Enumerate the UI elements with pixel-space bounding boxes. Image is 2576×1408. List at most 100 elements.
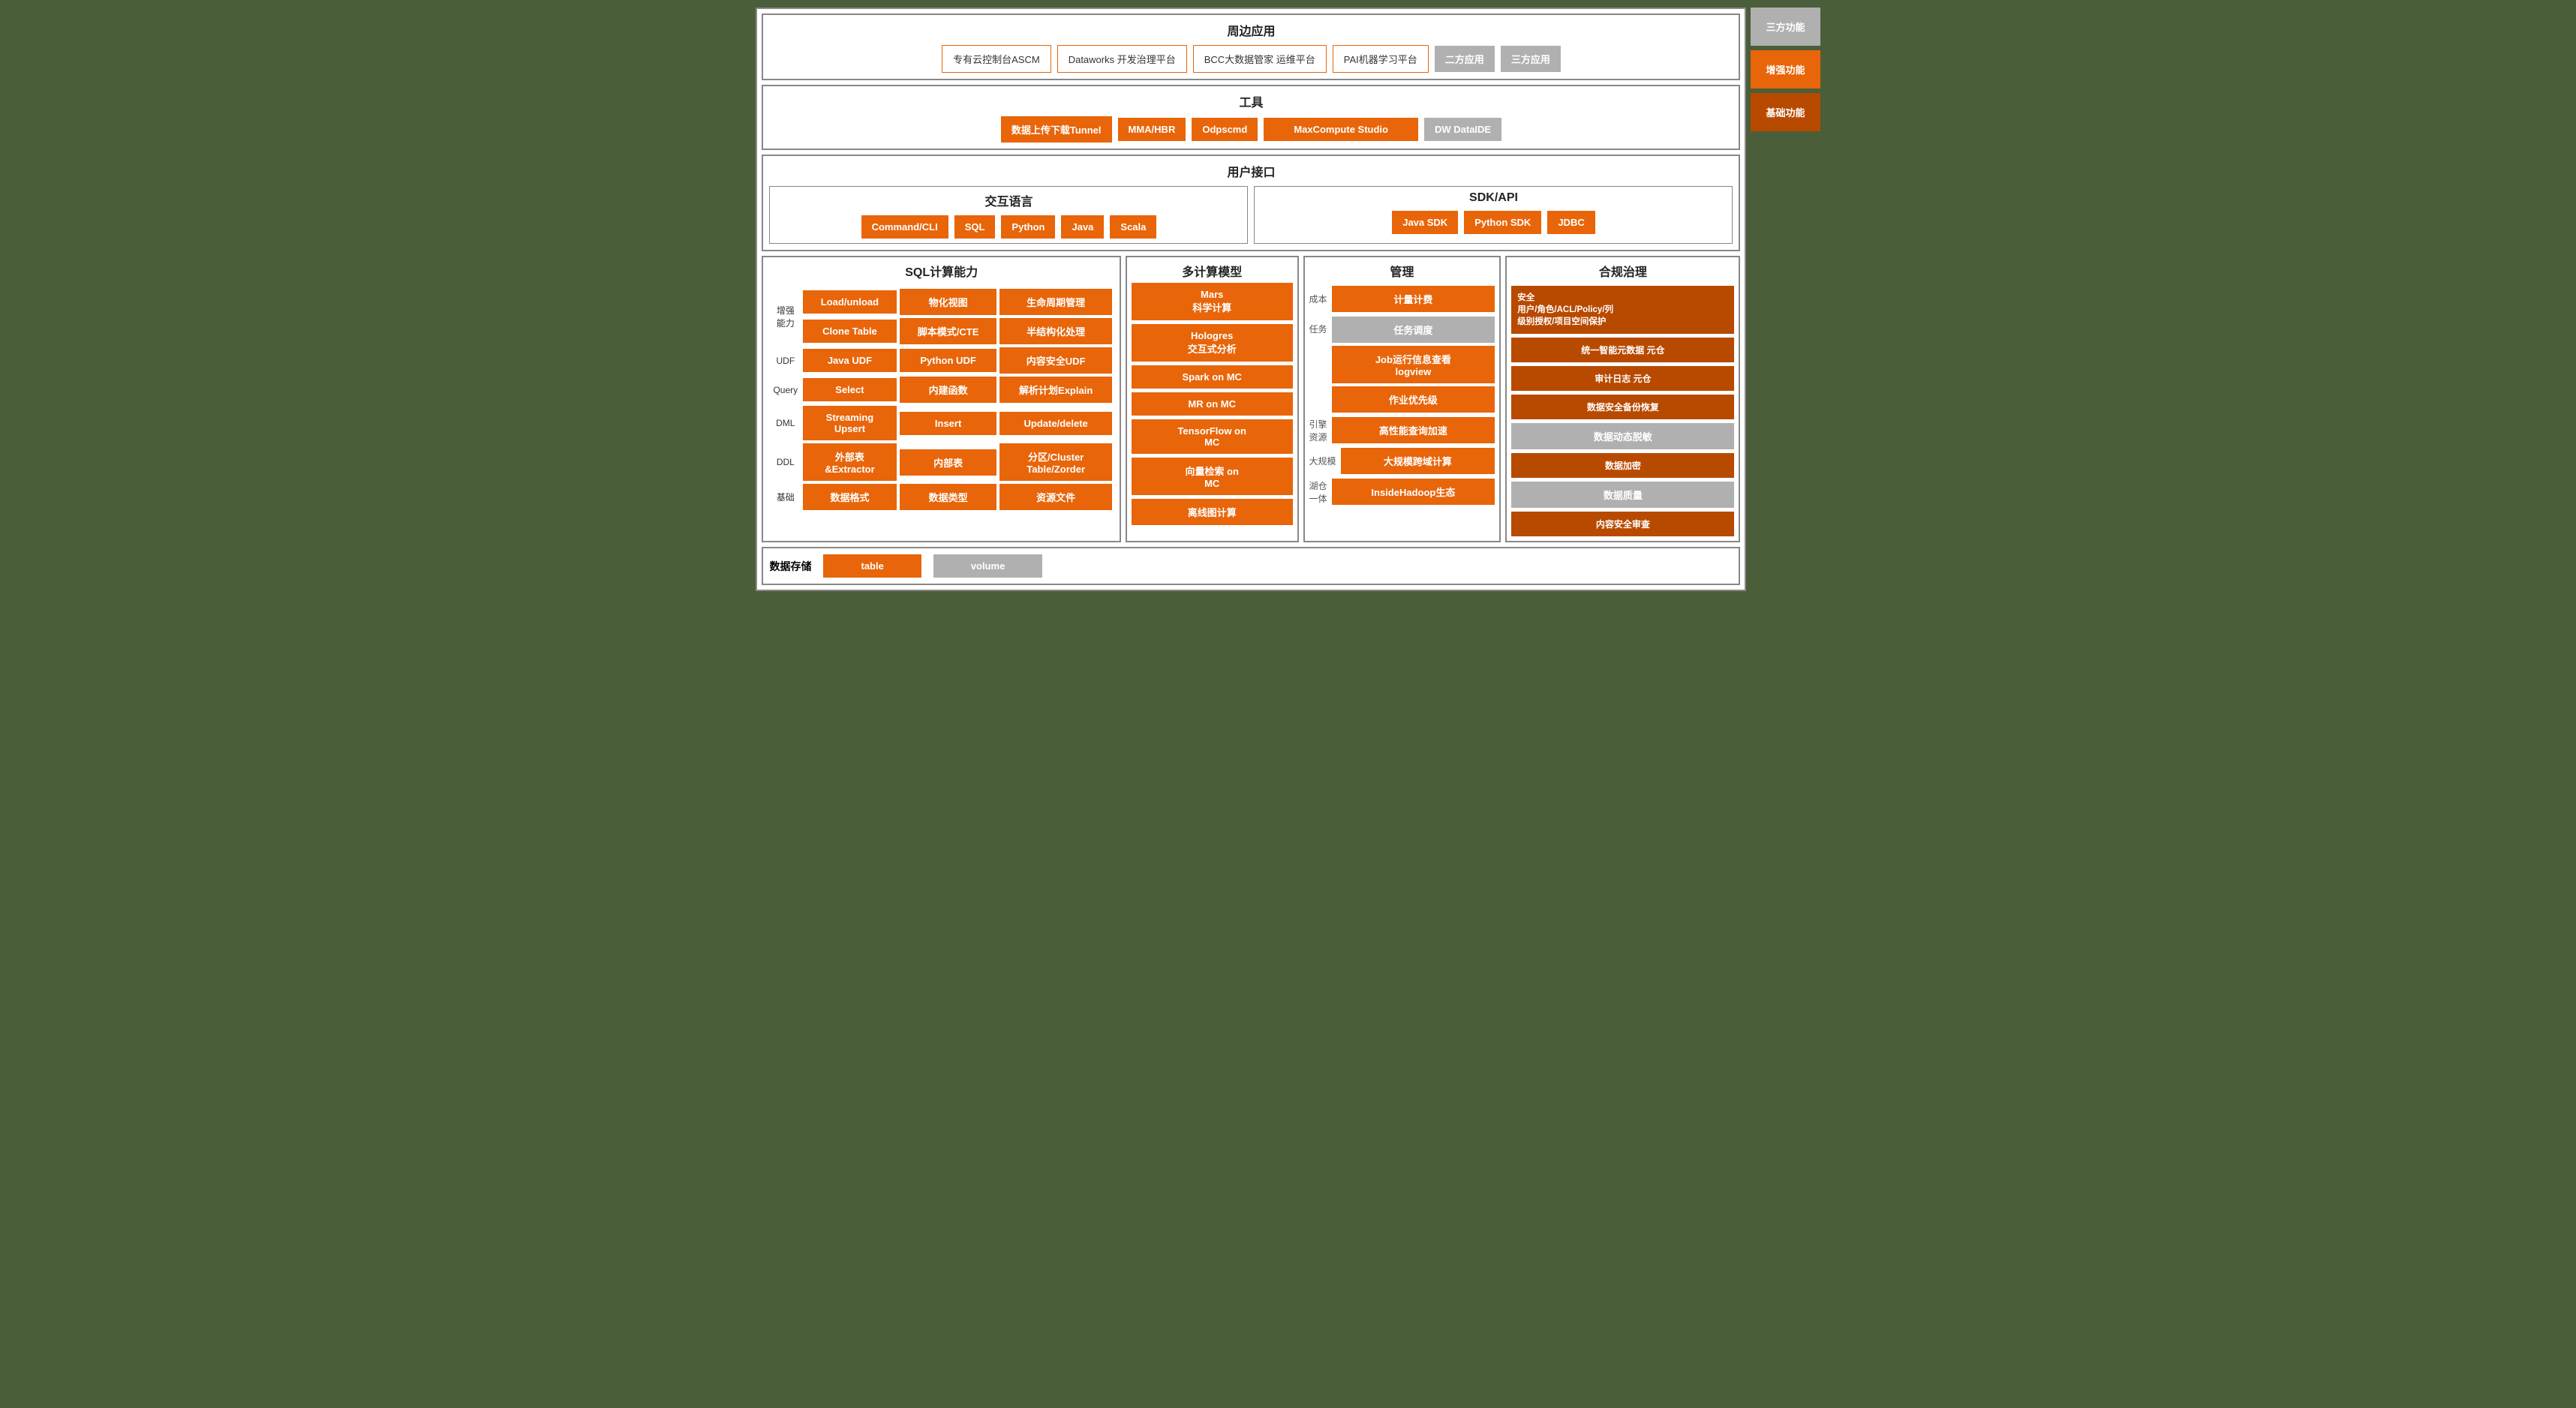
btn-metadata[interactable]: 统一智能元数据 元仓	[1511, 338, 1734, 362]
btn-java-sdk[interactable]: Java SDK	[1392, 211, 1458, 234]
label-ddl: DDL	[771, 443, 800, 481]
btn-python-sdk[interactable]: Python SDK	[1464, 211, 1541, 234]
label-large-scale: 大规模	[1309, 455, 1336, 467]
btn-scala[interactable]: Scala	[1110, 215, 1156, 239]
btn-dataworks[interactable]: Dataworks 开发治理平台	[1057, 45, 1187, 73]
btn-script-mode[interactable]: 脚本模式/CTE	[900, 318, 997, 344]
btn-streaming-upsert[interactable]: StreamingUpsert	[803, 406, 897, 440]
sdk-title: SDK/API	[1259, 191, 1727, 205]
btn-data-encrypt[interactable]: 数据加密	[1511, 453, 1734, 478]
btn-load-unload[interactable]: Load/unload	[803, 290, 897, 314]
btn-builtin-func[interactable]: 内建函数	[900, 377, 997, 403]
btn-insert[interactable]: Insert	[900, 412, 997, 435]
btn-hologres[interactable]: Hologres交互式分析	[1132, 324, 1293, 362]
btn-mr-mc[interactable]: MR on MC	[1132, 392, 1293, 416]
btn-logview[interactable]: Job运行信息查看logview	[1332, 346, 1495, 383]
btn-security[interactable]: 安全用户/角色/ACL/Policy/列级别授权/项目空间保护	[1511, 286, 1734, 334]
btn-java-udf[interactable]: Java UDF	[803, 349, 897, 372]
sql-title: SQL计算能力	[768, 262, 1114, 280]
mgmt-engine-row: 引擎资源 高性能查询加速	[1309, 417, 1495, 443]
storage-label: 数据存储	[769, 559, 811, 574]
btn-materialized-view[interactable]: 物化视图	[900, 289, 997, 315]
label-dml: DML	[771, 406, 800, 440]
btn-content-audit[interactable]: 内容安全审查	[1511, 512, 1734, 536]
mgmt-cost-row: 成本 计量计费	[1309, 286, 1495, 312]
btn-java[interactable]: Java	[1061, 215, 1104, 239]
btn-volume[interactable]: volume	[933, 554, 1043, 578]
tools-section: 工具 数据上传下载Tunnel MMA/HBR Odpscmd MaxCompu…	[762, 85, 1740, 150]
btn-spark-mc[interactable]: Spark on MC	[1132, 365, 1293, 389]
btn-dw-dataide[interactable]: DW DataIDE	[1424, 118, 1501, 141]
btn-maxcompute-studio[interactable]: MaxCompute Studio	[1264, 118, 1418, 141]
legend-third-party[interactable]: 三方功能	[1751, 8, 1820, 46]
label-cost: 成本	[1309, 293, 1327, 305]
btn-inside-hadoop[interactable]: InsideHadoop生态	[1332, 479, 1495, 505]
mgmt-task-row: 任务 任务调度 Job运行信息查看logview 作业优先级	[1309, 317, 1495, 413]
btn-vector-mc[interactable]: 向量检索 onMC	[1132, 458, 1293, 495]
tools-title: 工具	[769, 92, 1733, 110]
btn-ascm[interactable]: 专有云控制台ASCM	[942, 45, 1051, 73]
btn-sql[interactable]: SQL	[954, 215, 996, 239]
btn-data-desensitize[interactable]: 数据动态脱敏	[1511, 423, 1734, 449]
btn-mars[interactable]: Mars科学计算	[1132, 283, 1293, 320]
legend-basic[interactable]: 基础功能	[1751, 93, 1820, 131]
btn-cli[interactable]: Command/CLI	[861, 215, 948, 239]
btn-graph-compute[interactable]: 离线图计算	[1132, 499, 1293, 525]
btn-table[interactable]: table	[823, 554, 921, 578]
legend-enhanced[interactable]: 增强功能	[1751, 50, 1820, 89]
label-task: 任务	[1309, 317, 1327, 335]
btn-tensorflow-mc[interactable]: TensorFlow onMC	[1132, 419, 1293, 454]
table-row: 基础 数据格式 数据类型 资源文件	[771, 484, 1111, 510]
label-engine: 引擎资源	[1309, 418, 1327, 443]
label-basic: 基础	[771, 484, 800, 510]
btn-resource-file[interactable]: 资源文件	[999, 484, 1111, 510]
btn-data-quality[interactable]: 数据质量	[1511, 482, 1734, 508]
btn-semi-struct[interactable]: 半结构化处理	[999, 318, 1111, 344]
btn-task-schedule[interactable]: 任务调度	[1332, 317, 1495, 343]
btn-python-udf[interactable]: Python UDF	[900, 349, 997, 372]
peripheral-title: 周边应用	[769, 21, 1733, 39]
btn-select[interactable]: Select	[803, 378, 897, 401]
btn-odpscmd[interactable]: Odpscmd	[1192, 118, 1258, 141]
lang-buttons: Command/CLI SQL Python Java Scala	[774, 215, 1243, 239]
mgmt-lakehouse-row: 湖仓一体 InsideHadoop生态	[1309, 479, 1495, 505]
btn-metering[interactable]: 计量计费	[1332, 286, 1495, 312]
btn-lifecycle[interactable]: 生命周期管理	[999, 289, 1111, 315]
btn-explain[interactable]: 解析计划Explain	[999, 377, 1111, 403]
btn-data-format[interactable]: 数据格式	[803, 484, 897, 510]
btn-partition-cluster[interactable]: 分区/ClusterTable/Zorder	[999, 443, 1111, 481]
btn-update-delete[interactable]: Update/delete	[999, 412, 1111, 435]
btn-external-table[interactable]: 外部表&Extractor	[803, 443, 897, 481]
compliance-title: 合规治理	[1511, 262, 1734, 280]
sql-section: SQL计算能力 增强能力 Load/unload 物化视图 生命周期管理 Clo…	[762, 256, 1120, 542]
tools-buttons: 数据上传下载Tunnel MMA/HBR Odpscmd MaxCompute …	[769, 116, 1733, 143]
compliance-section: 合规治理 安全用户/角色/ACL/Policy/列级别授权/项目空间保护 统一智…	[1505, 256, 1740, 542]
btn-audit-log[interactable]: 审计日志 元仓	[1511, 366, 1734, 391]
label-lakehouse: 湖仓一体	[1309, 479, 1327, 505]
user-interface-section: 用户接口 交互语言 Command/CLI SQL Python Java Sc…	[762, 155, 1740, 251]
storage-area: 数据存储 table volume	[762, 547, 1740, 585]
ui-sdk-box: SDK/API Java SDK Python SDK JDBC	[1254, 186, 1733, 244]
btn-content-udf[interactable]: 内容安全UDF	[999, 347, 1111, 374]
btn-pai[interactable]: PAI机器学习平台	[1333, 45, 1429, 73]
btn-python[interactable]: Python	[1001, 215, 1055, 239]
label-enhanced: 增强能力	[771, 289, 800, 344]
btn-tunnel[interactable]: 数据上传下载Tunnel	[1001, 116, 1112, 143]
btn-cross-domain[interactable]: 大规模跨域计算	[1341, 448, 1495, 474]
management-title: 管理	[1309, 262, 1495, 280]
btn-job-priority[interactable]: 作业优先级	[1332, 386, 1495, 413]
btn-clone-table[interactable]: Clone Table	[803, 320, 897, 343]
table-row: UDF Java UDF Python UDF 内容安全UDF	[771, 347, 1111, 374]
btn-jdbc[interactable]: JDBC	[1547, 211, 1595, 234]
btn-second-party[interactable]: 二方应用	[1435, 46, 1495, 72]
btn-data-type[interactable]: 数据类型	[900, 484, 997, 510]
btn-data-backup[interactable]: 数据安全备份恢复	[1511, 395, 1734, 419]
btn-internal-table[interactable]: 内部表	[900, 449, 997, 476]
btn-bcc[interactable]: BCC大数据管家 运维平台	[1193, 45, 1327, 73]
mgmt-large-row: 大规模 大规模跨域计算	[1309, 448, 1495, 474]
btn-mma[interactable]: MMA/HBR	[1118, 118, 1186, 141]
label-query: Query	[771, 377, 800, 403]
btn-third-party[interactable]: 三方应用	[1501, 46, 1561, 72]
lang-title: 交互语言	[774, 191, 1243, 209]
btn-high-perf-query[interactable]: 高性能查询加速	[1332, 417, 1495, 443]
